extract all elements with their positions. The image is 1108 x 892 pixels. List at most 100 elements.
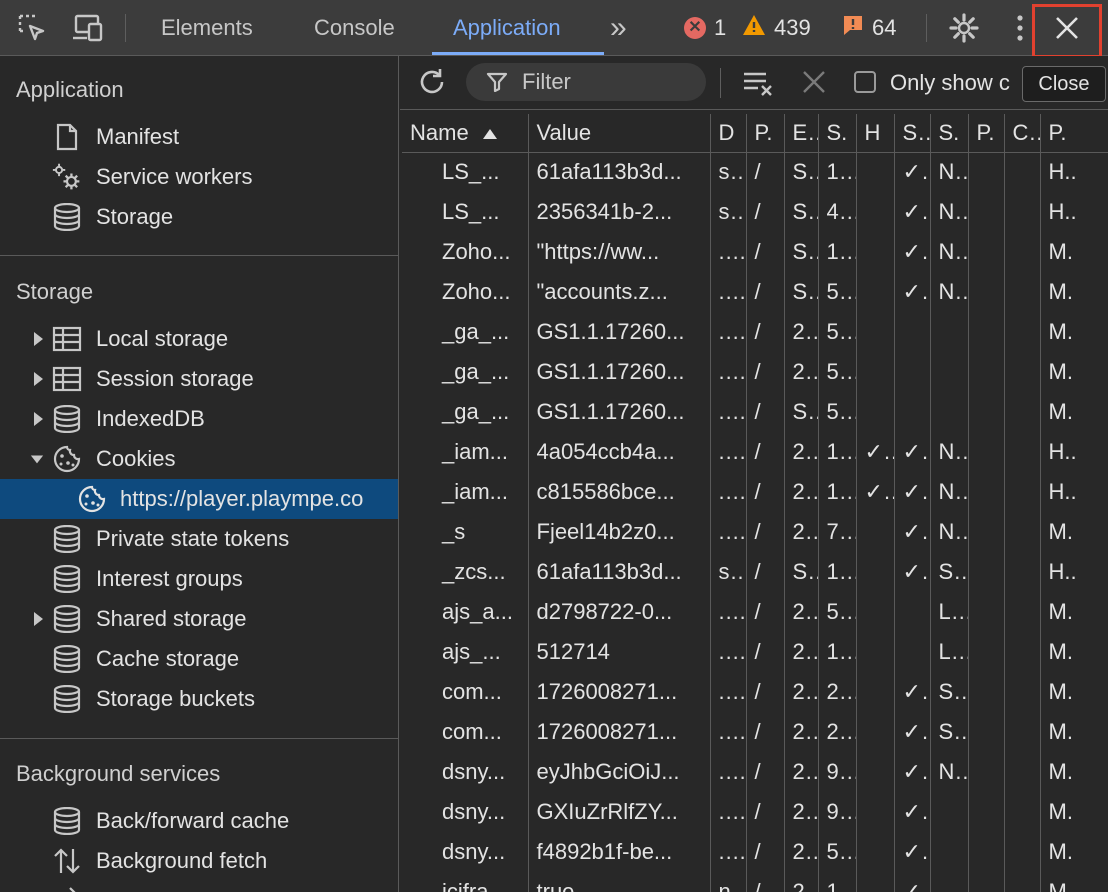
table-cell [855, 832, 894, 872]
table-row[interactable]: dsny... GXIuZrRlfZY......./2.. 9... ✓. M. [402, 792, 1108, 832]
only-show-label: Only show c [890, 70, 1010, 95]
more-tabs-icon[interactable]: » [610, 0, 627, 56]
table-cell [1003, 432, 1040, 472]
table-cell: M. [1039, 712, 1108, 752]
filter-input[interactable]: Filter [466, 63, 706, 101]
table-row[interactable]: _zcs... 61afa113b3d... s.. / S.. 1... ✓. S.. H.. [402, 552, 1108, 592]
cookies-panel: Filter Only show c Name Value D P. E. S. [400, 56, 1108, 892]
column-header-value[interactable]: Value [527, 114, 710, 153]
error-counter[interactable]: ✕ 1 [684, 0, 726, 56]
sidebar-item-cache-storage[interactable]: Cache storage [0, 639, 398, 679]
table-cell: Fjeel14b2z0... [527, 512, 710, 552]
expand-arrow-icon[interactable] [31, 331, 45, 347]
table-cell: M. [1039, 872, 1108, 892]
sidebar-item-cookies[interactable]: Cookies [0, 439, 398, 479]
table-row[interactable]: dsny... eyJhbGciOiJ......./2.. 9... ✓. N.. M. [402, 752, 1108, 792]
table-row[interactable]: Zoho... "https://ww....... / S.. 1... ✓. N.. M. [402, 232, 1108, 272]
table-cell: s.. [709, 152, 746, 192]
column-header-name[interactable]: Name [402, 114, 528, 153]
sidebar-item-back-forward-cache[interactable]: Back/forward cache [0, 801, 398, 841]
table-cell: _ga_... [442, 399, 510, 424]
sidebar-item-interest-groups[interactable]: Interest groups [0, 559, 398, 599]
clear-all-icon[interactable] [742, 68, 774, 104]
table-cell: / [745, 712, 784, 752]
column-header-expires[interactable]: E. [783, 114, 818, 153]
column-header-priority[interactable]: P. [1039, 114, 1108, 153]
toolbar-divider [125, 14, 126, 42]
table-row[interactable]: icifra... true n../2.. 1... ✓. M. [402, 872, 1108, 892]
column-header-secure[interactable]: S. [893, 114, 930, 153]
column-header-partition-key[interactable]: P. [967, 114, 1004, 153]
table-row[interactable]: _ga_... GS1.1.17260......./2.. 5... M. [402, 312, 1108, 352]
table-cell [967, 632, 1004, 672]
tab-elements[interactable]: Elements [161, 0, 253, 56]
table-row[interactable]: _ga_... GS1.1.17260....... / S.. 5... M. [402, 392, 1108, 432]
table-cell [929, 792, 968, 832]
table-cell [967, 392, 1004, 432]
table-row[interactable]: LS_... 61afa113b3d... s.. / S.. 1... ✓. N.. H.. [402, 152, 1108, 192]
column-header-domain[interactable]: D [709, 114, 746, 153]
settings-gear-icon[interactable] [946, 10, 982, 46]
sidebar-item-private-state-tokens[interactable]: Private state tokens [0, 519, 398, 559]
sidebar-item-partial[interactable] [0, 881, 398, 892]
expand-arrow-icon[interactable] [31, 411, 45, 427]
table-row[interactable]: dsny... f4892b1f-be......./2.. 5... ✓. M. [402, 832, 1108, 872]
issues-counter[interactable]: 64 [842, 0, 896, 56]
table-cell: icifra... [442, 879, 507, 892]
table-cell: 2... [817, 672, 856, 712]
sidebar-item-cookie-origin[interactable]: https://player.plaympe.co [0, 479, 398, 519]
device-toolbar-icon[interactable] [70, 10, 106, 46]
table-row[interactable]: ajs_... 512714..../2.. 1... L.. M. [402, 632, 1108, 672]
collapse-arrow-icon[interactable] [30, 451, 44, 467]
sidebar-item-label: Service workers [96, 164, 253, 189]
column-header-httponly[interactable]: H [855, 114, 894, 153]
table-row[interactable]: _iam... 4a054ccb4a......./2.. 1... ✓. ✓. N.. H… [402, 432, 1108, 472]
sidebar-item-background-fetch[interactable]: Background fetch [0, 841, 398, 881]
sidebar-item-manifest[interactable]: Manifest [0, 117, 398, 157]
table-row[interactable]: com... 1726008271......./2.. 2... ✓. S.. M. [402, 672, 1108, 712]
sidebar-item-storage[interactable]: Storage [0, 197, 398, 237]
sidebar-item-session-storage[interactable]: Session storage [0, 359, 398, 399]
table-cell: true [527, 872, 710, 892]
warning-counter[interactable]: 439 [742, 0, 811, 56]
expand-arrow-icon[interactable] [31, 611, 45, 627]
close-devtools-button[interactable] [1032, 4, 1102, 58]
column-header-cross-site[interactable]: C. [1003, 114, 1040, 153]
table-cell: 2.. [783, 352, 818, 392]
refresh-icon[interactable] [416, 66, 448, 104]
sidebar-item-local-storage[interactable]: Local storage [0, 319, 398, 359]
sidebar-item-shared-storage[interactable]: Shared storage [0, 599, 398, 639]
sidebar-item-label: Session storage [96, 366, 254, 391]
toolbar-divider [926, 14, 927, 42]
table-cell: M. [1039, 232, 1108, 272]
table-cell: 2... [817, 712, 856, 752]
sidebar-item-service-workers[interactable]: Service workers [0, 157, 398, 197]
only-show-checkbox[interactable] [854, 71, 876, 93]
delete-selected-icon[interactable] [802, 70, 826, 100]
table-cell: .... [709, 672, 746, 712]
table-cell [1003, 872, 1040, 892]
table-row[interactable]: _ga_... GS1.1.17260......./2.. 5... M. [402, 352, 1108, 392]
table-cell: 1... [817, 632, 856, 672]
table-row[interactable]: _s Fjeel14b2z0......./2.. 7... ✓. N.. M. [402, 512, 1108, 552]
column-header-path[interactable]: P. [745, 114, 784, 153]
table-row[interactable]: LS_... 2356341b-2... s.. / S.. 4... ✓. N.. H.. [402, 192, 1108, 232]
close-tooltip: Close [1022, 66, 1106, 102]
table-row[interactable]: com... 1726008271......./2.. 2... ✓. S.. M. [402, 712, 1108, 752]
table-row[interactable]: _iam... c815586bce......./2.. 1... ✓. ✓. N.. H… [402, 472, 1108, 512]
table-row[interactable]: ajs_a... d2798722-0......./2.. 5... L.. M. [402, 592, 1108, 632]
table-cell [967, 872, 1004, 892]
table-row[interactable]: Zoho... "accounts.z....... / S.. 5... ✓. N.. M. [402, 272, 1108, 312]
tab-console[interactable]: Console [314, 0, 395, 56]
table-cell: .... [709, 592, 746, 632]
inspect-element-icon[interactable] [14, 10, 50, 46]
sidebar-item-indexeddb[interactable]: IndexedDB [0, 399, 398, 439]
up-down-arrows-icon [52, 846, 82, 876]
column-header-samesite[interactable]: S. [929, 114, 968, 153]
sidebar-item-storage-buckets[interactable]: Storage buckets [0, 679, 398, 719]
tab-application[interactable]: Application [453, 0, 561, 56]
expand-arrow-icon[interactable] [31, 371, 45, 387]
column-header-size[interactable]: S. [817, 114, 856, 153]
table-grid-icon [52, 324, 82, 354]
table-cell: N.. [929, 432, 968, 472]
